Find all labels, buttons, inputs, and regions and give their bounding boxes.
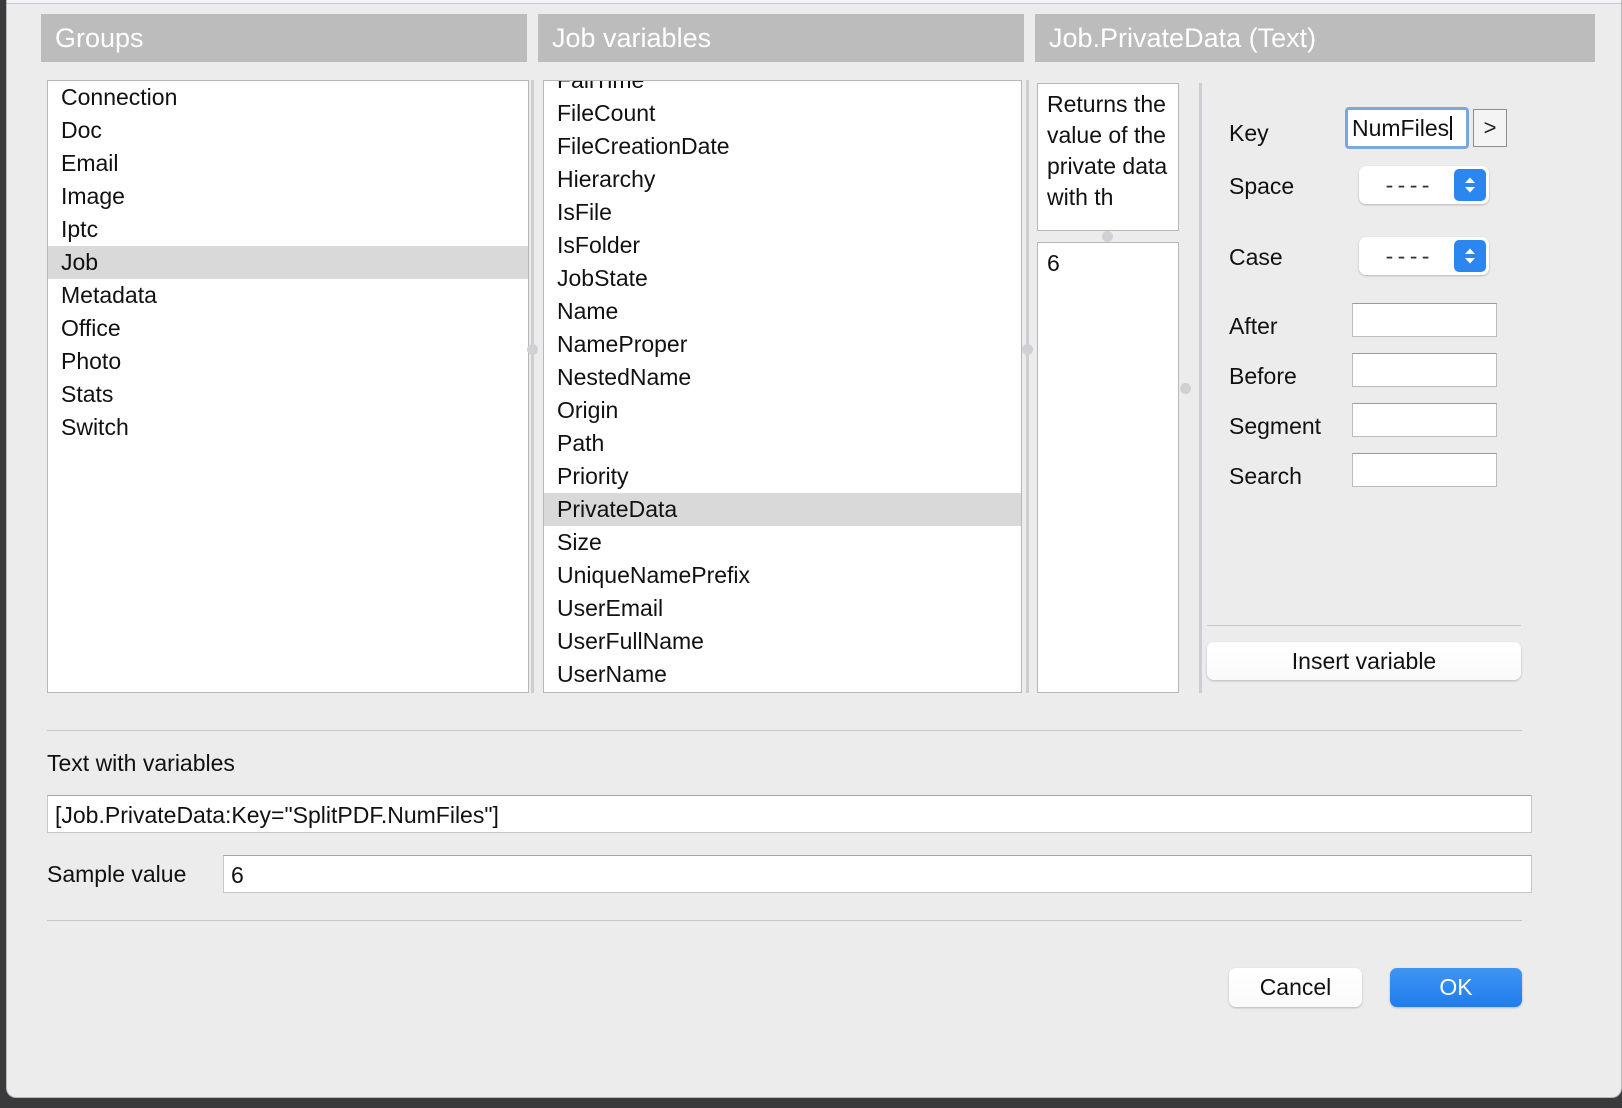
search-input[interactable] [1352,453,1497,487]
jobvar-item-size[interactable]: Size [544,526,1021,559]
sample-value-label: Sample value [47,861,186,888]
jobvar-item-nameproper[interactable]: NameProper [544,328,1021,361]
jobvar-item-isfile[interactable]: IsFile [544,196,1021,229]
ok-button[interactable]: OK [1390,968,1522,1007]
key-field-wrapper: NumFiles > [1345,107,1515,153]
splitter-pip-3[interactable] [1180,383,1191,394]
after-input[interactable] [1352,303,1497,337]
group-item-metadata[interactable]: Metadata [48,279,528,312]
chevron-updown-icon [1454,169,1486,201]
jobvar-item-priority[interactable]: Priority [544,460,1021,493]
splitter-jobvars-detail[interactable] [1026,80,1029,693]
before-input[interactable] [1352,353,1497,387]
key-more-button[interactable]: > [1473,109,1507,147]
jobvar-item-useremail[interactable]: UserEmail [544,592,1021,625]
after-label: After [1229,313,1278,340]
splitter-pip-2[interactable] [1022,344,1033,355]
group-item-email[interactable]: Email [48,147,528,180]
space-select-value: - - - - [1359,166,1455,204]
jobvar-item-failtime[interactable]: FailTime [544,80,1021,97]
group-item-stats[interactable]: Stats [48,378,528,411]
space-label: Space [1229,173,1294,200]
key-input[interactable]: NumFiles [1348,110,1466,146]
jobvar-item-origin[interactable]: Origin [544,394,1021,427]
variable-preview-value: 6 [1037,242,1179,693]
group-item-connection[interactable]: Connection [48,81,528,114]
space-select[interactable]: - - - - [1359,166,1489,204]
chevron-updown-icon [1454,240,1486,272]
jobvar-item-path[interactable]: Path [544,427,1021,460]
jobvar-item-filecreationdate[interactable]: FileCreationDate [544,130,1021,163]
groups-pane-header: Groups [41,14,527,62]
key-label: Key [1229,120,1269,147]
group-item-image[interactable]: Image [48,180,528,213]
jobvar-item-userfullname[interactable]: UserFullName [544,625,1021,658]
bottom-divider-top [47,730,1522,731]
jobvar-item-privatedata[interactable]: PrivateData [544,493,1021,526]
insert-variable-button[interactable]: Insert variable [1207,642,1521,680]
jobvar-item-nestedname[interactable]: NestedName [544,361,1021,394]
detail-pane-header: Job.PrivateData (Text) [1035,14,1595,62]
case-select[interactable]: - - - - [1359,237,1489,275]
clipped-toolbar-sliver: [!!] 4:5:1 Fn A A a a|f 4:5:1 Fn:1:2 [7,0,1621,4]
jobvar-item-isfolder[interactable]: IsFolder [544,229,1021,262]
groups-list[interactable]: ConnectionDocEmailImageIptcJobMetadataOf… [47,80,529,693]
sample-value-input: 6 [223,855,1532,893]
jobvar-item-uniquenameprefix[interactable]: UniqueNamePrefix [544,559,1021,592]
case-select-value: - - - - [1359,237,1455,275]
segment-label: Segment [1229,413,1321,440]
bottom-divider-bottom [47,920,1522,921]
case-label: Case [1229,244,1283,271]
jobvar-item-jobstate[interactable]: JobState [544,262,1021,295]
group-item-switch[interactable]: Switch [48,411,528,444]
group-item-photo[interactable]: Photo [48,345,528,378]
before-label: Before [1229,363,1297,390]
cancel-button[interactable]: Cancel [1229,968,1362,1007]
text-with-variables-input[interactable]: [Job.PrivateData:Key="SplitPDF.NumFiles"… [47,795,1532,833]
text-with-variables-label: Text with variables [47,750,235,777]
key-input-text: NumFiles [1352,115,1449,141]
splitter-detail-fields[interactable] [1199,83,1202,693]
group-item-doc[interactable]: Doc [48,114,528,147]
variable-description: Returns the value of the private data wi… [1037,83,1179,231]
search-label: Search [1229,463,1302,490]
group-item-iptc[interactable]: Iptc [48,213,528,246]
text-caret [1450,116,1452,140]
jobvar-item-username[interactable]: UserName [544,658,1021,691]
job-variables-list[interactable]: FailTimeFileCountFileCreationDateHierarc… [543,80,1022,693]
group-item-job[interactable]: Job [48,246,528,279]
group-item-office[interactable]: Office [48,312,528,345]
jobvar-item-name[interactable]: Name [544,295,1021,328]
segment-input[interactable] [1352,403,1497,437]
splitter-groups-jobvars[interactable] [531,80,534,693]
jobvar-item-filecount[interactable]: FileCount [544,97,1021,130]
splitter-pip-desc-value[interactable] [1102,231,1113,242]
variable-picker-dialog: [!!] 4:5:1 Fn A A a a|f 4:5:1 Fn:1:2 Gro… [6,0,1622,1098]
splitter-pip-1[interactable] [527,344,538,355]
jobvar-item-hierarchy[interactable]: Hierarchy [544,163,1021,196]
job-variables-pane-header: Job variables [538,14,1024,62]
detail-divider [1207,625,1521,626]
